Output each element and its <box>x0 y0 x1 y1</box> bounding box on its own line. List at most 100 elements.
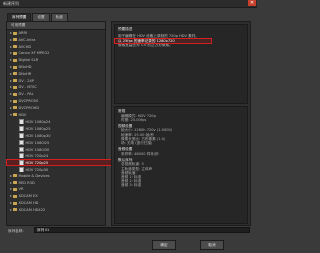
preset-folder[interactable]: RED R3D <box>7 181 106 186</box>
preset-folder[interactable]: VR <box>7 187 106 192</box>
preset-file-icon <box>19 119 24 125</box>
chevron-right-icon[interactable] <box>10 38 12 41</box>
preset-item-label: DV - NTSC <box>18 85 37 90</box>
preset-folder[interactable]: DV - 24P <box>7 79 106 84</box>
preset-item[interactable]: HDV 1080i25 <box>7 139 115 145</box>
chevron-right-icon[interactable] <box>10 79 12 82</box>
chevron-right-icon[interactable] <box>10 45 12 48</box>
description-title: 预置描述 <box>118 27 133 31</box>
chevron-right-icon[interactable] <box>10 106 12 109</box>
window-titlebar: 新建序列 ✕ <box>0 0 257 8</box>
preset-info-panel: 预置描述 用于编辑在 HDV 设备上录制的 720p HDV 素材。以 25fp… <box>111 21 251 226</box>
chevron-right-icon[interactable] <box>10 52 12 55</box>
preset-item[interactable]: HDV 720p30 <box>7 167 115 172</box>
preset-item-label: HDV 720p25 <box>25 160 49 165</box>
preset-folder[interactable]: DVCPROHD <box>7 106 106 111</box>
folder-icon <box>13 106 17 110</box>
preset-item-label: DVCPROHD <box>18 105 40 110</box>
preset-item[interactable]: HDV 720p24 <box>7 153 115 159</box>
folder-icon <box>13 45 17 49</box>
chevron-right-icon[interactable] <box>10 208 12 211</box>
preset-item-label: HDV 1080p25 <box>25 126 51 131</box>
preset-item[interactable]: HDV 1080i30 <box>7 146 115 152</box>
folder-icon <box>13 92 17 96</box>
preset-folder[interactable]: XDCAM HD <box>7 201 106 206</box>
folder-icon <box>13 79 17 83</box>
preset-item-label: Mobile & Devices <box>18 173 50 178</box>
preset-item-label: HDV 720p24 <box>25 154 49 159</box>
chevron-right-icon[interactable] <box>10 202 12 204</box>
folder-icon <box>13 194 17 198</box>
folder-icon <box>13 181 17 185</box>
settings-line: 音频 3: 标准 <box>121 183 142 188</box>
folder-icon <box>13 51 17 55</box>
preset-item-label: AVCHD <box>18 44 32 49</box>
preset-folder[interactable]: Digital SLR <box>7 58 106 63</box>
preset-item-label: VR <box>18 187 24 192</box>
description-lines: 用于编辑在 HDV 设备上录制的 720p HDV 素材。以 25fps 的速率… <box>114 34 247 48</box>
cancel-button[interactable]: 取消 <box>200 240 224 250</box>
preset-folder[interactable]: DV - PAL <box>7 92 106 97</box>
preset-item-label: XDCAM EX <box>18 194 38 199</box>
folder-icon <box>13 187 17 191</box>
preset-item-label: DNxHR <box>18 71 32 76</box>
close-icon[interactable]: ✕ <box>248 0 256 6</box>
preset-item-label: HDV 720p30 <box>25 167 49 172</box>
preset-folder[interactable]: DNxHR <box>7 72 106 77</box>
preset-item-label: DVCPRO50 <box>18 99 39 103</box>
preset-folder[interactable]: Mobile & Devices <box>7 174 106 179</box>
description-line: 用于编辑在 HDV 设备上录制的 720p HDV 素材。 <box>118 34 199 38</box>
folder-icon <box>13 113 17 117</box>
preset-file-icon <box>19 167 24 172</box>
preset-folder[interactable]: DVCPRO50 <box>7 99 106 104</box>
chevron-right-icon[interactable] <box>10 174 12 177</box>
folder-icon <box>13 65 17 69</box>
preset-item-label: HDV 1080p24 <box>25 120 51 125</box>
chevron-right-icon[interactable] <box>10 72 12 75</box>
chevron-right-icon[interactable] <box>10 32 12 34</box>
preset-file-icon <box>19 139 24 145</box>
preset-folder[interactable]: ARRI <box>7 31 106 36</box>
chevron-right-icon[interactable] <box>10 86 12 89</box>
preset-folder[interactable]: Canon XF MPEG2 <box>7 51 106 56</box>
preset-item-label: DV - 24P <box>18 78 34 83</box>
folder-icon <box>13 208 17 212</box>
available-presets-panel: 可用预置 ARRI AVC-Intra AVCHD Canon XF MPEG2 Dig… <box>6 21 116 226</box>
preset-item-label: Canon XF MPEG2 <box>18 51 50 56</box>
preset-settings-summary: 常规 编辑模式: HDV 720p 时基: 25.00fps 视频设置 帧大小: 128… <box>114 106 248 224</box>
preset-item-label: HDV 1080i30 <box>25 147 50 152</box>
sequence-name-input[interactable] <box>34 227 250 233</box>
preset-item[interactable]: HDV 720p25 <box>6 159 116 167</box>
ok-button[interactable]: 确定 <box>152 240 176 250</box>
preset-folder[interactable]: DNxHD <box>7 65 106 70</box>
preset-item[interactable]: HDV 1080p25 <box>7 126 115 132</box>
preset-item[interactable]: HDV 1080p30 <box>7 133 115 138</box>
preset-item-label: HDV 1080p30 <box>25 133 51 138</box>
preset-folder[interactable]: XDCAM HD422 <box>7 208 106 213</box>
chevron-right-icon[interactable] <box>10 59 12 62</box>
preset-folder[interactable]: DV - NTSC <box>7 85 106 90</box>
preset-item-label: DNxHD <box>18 65 32 69</box>
chevron-right-icon[interactable] <box>10 188 12 191</box>
preset-folder[interactable]: AVCHD <box>7 45 106 50</box>
preset-item[interactable]: HDV 1080p24 <box>7 119 115 125</box>
preset-item-label: HDV <box>18 112 27 117</box>
preset-item-label: XDCAM HD422 <box>18 207 46 212</box>
preset-item-label: ARRI <box>18 31 28 35</box>
preset-file-icon <box>19 146 24 152</box>
preset-folder[interactable]: HDV <box>7 113 106 118</box>
preset-item-label: HDV 1080i25 <box>25 140 50 145</box>
preset-item-label: RED R3D <box>18 180 35 185</box>
preset-item-label: DV - PAL <box>18 92 34 97</box>
chevron-right-icon[interactable] <box>10 93 12 96</box>
folder-icon <box>13 99 17 103</box>
preset-folder[interactable]: AVC-Intra <box>7 38 106 43</box>
description-line: 像素宽高比为 1.0 的正方形像素。 <box>118 43 173 47</box>
chevron-right-icon[interactable] <box>10 195 12 198</box>
preset-file-icon <box>19 126 24 132</box>
chevron-right-icon[interactable] <box>10 100 12 102</box>
chevron-down-icon[interactable] <box>10 113 12 116</box>
preset-folder[interactable]: XDCAM EX <box>7 194 106 199</box>
chevron-right-icon[interactable] <box>10 181 12 184</box>
chevron-right-icon[interactable] <box>10 66 12 68</box>
